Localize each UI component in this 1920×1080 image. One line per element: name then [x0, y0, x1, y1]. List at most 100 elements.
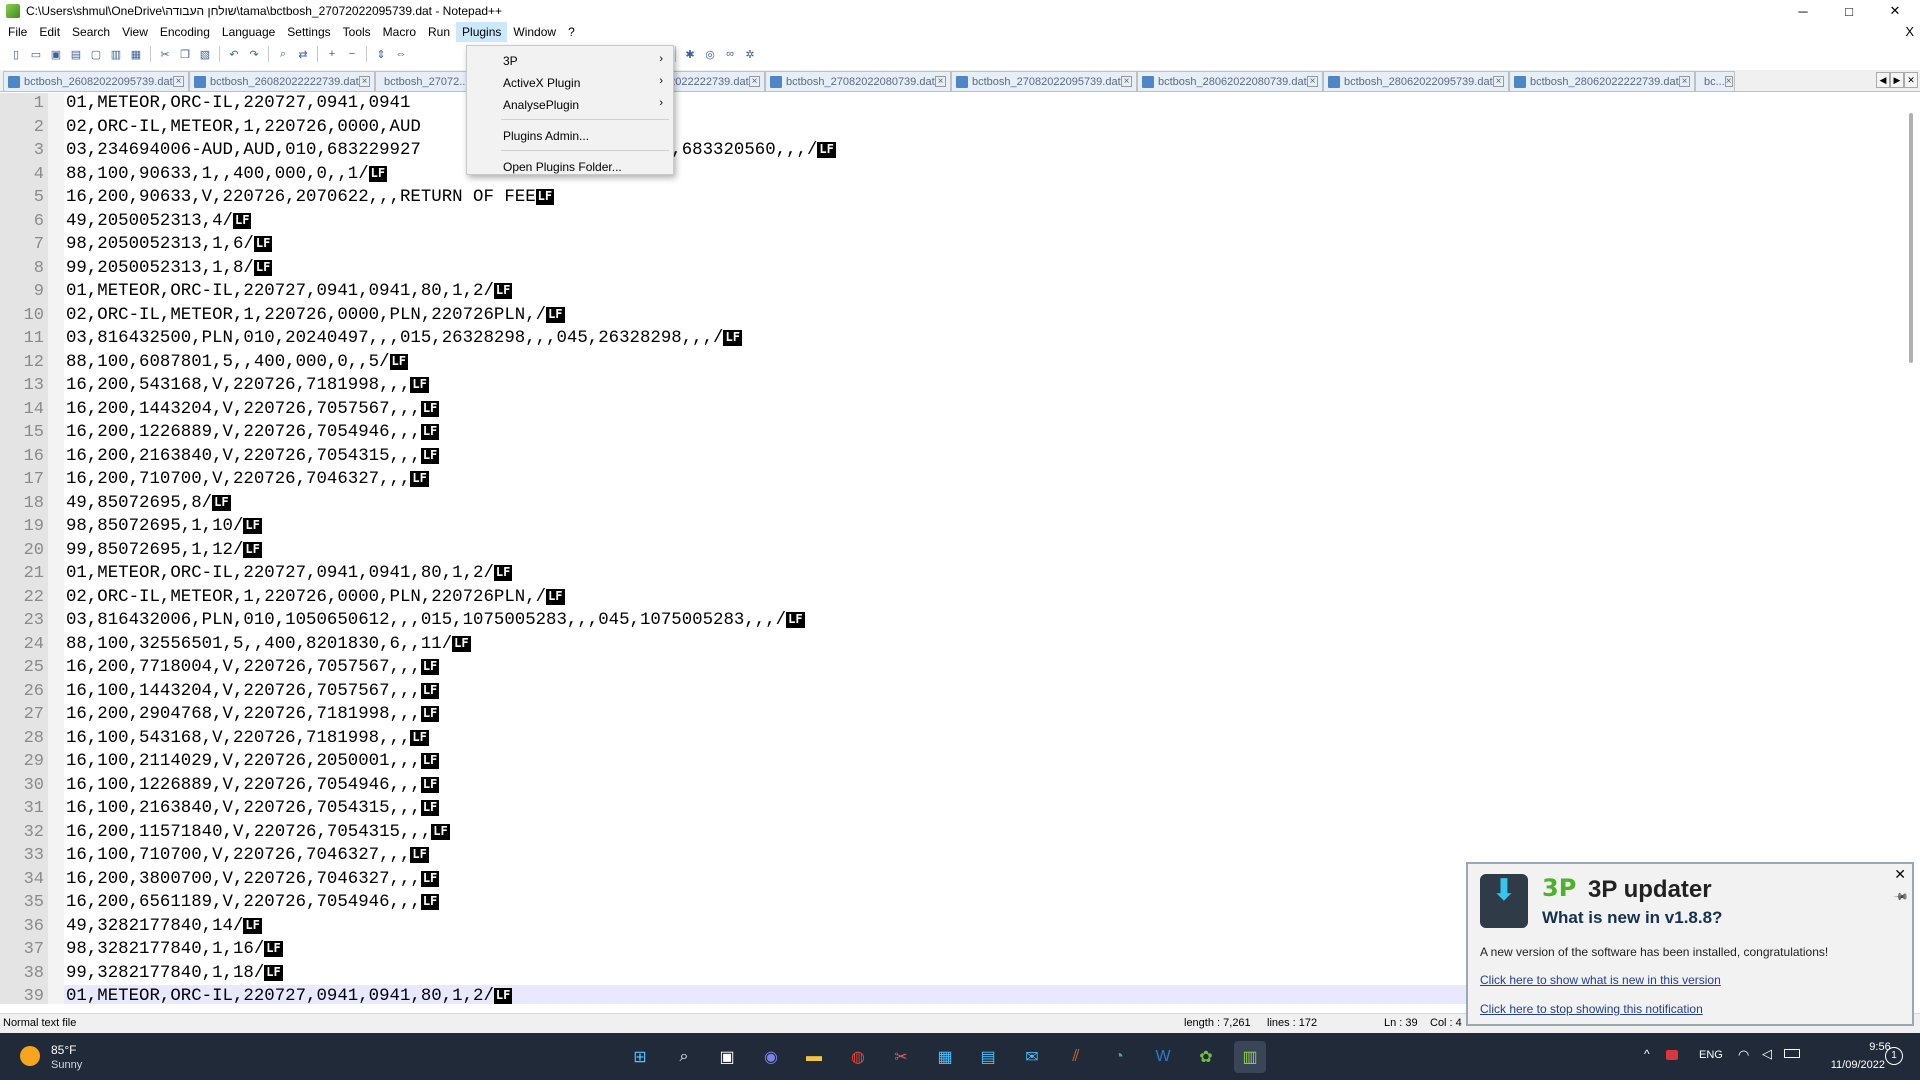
menu-plugins[interactable]: Plugins: [456, 22, 508, 42]
zoom-in-icon[interactable]: +: [322, 44, 342, 64]
close-icon[interactable]: ▢: [86, 44, 106, 64]
task-view-icon[interactable]: ▣: [711, 1041, 743, 1073]
clock-date[interactable]: 11/09/2022: [1815, 1059, 1885, 1071]
code-line[interactable]: 88,100,90633,1,,400,000,0,,1/LF: [66, 163, 388, 186]
tab-close-icon[interactable]: ×: [1724, 76, 1733, 87]
tab-0[interactable]: bctbosh_26082022095739.dat ×: [3, 71, 189, 91]
store-icon[interactable]: ▦: [929, 1041, 961, 1073]
menu-help[interactable]: ?: [562, 22, 581, 42]
code-line[interactable]: 01,METEOR,ORC-IL,220727,0941,0941,80,1,2…: [66, 280, 513, 303]
code-line[interactable]: 16,100,1226889,V,220726,7054946,,, LF: [66, 774, 440, 797]
close-window-button[interactable]: ✕: [1872, 0, 1918, 22]
redo-icon[interactable]: ↷: [244, 44, 264, 64]
code-line[interactable]: 16,100,1443204,V,220726,7057567,,, LF: [66, 680, 440, 703]
pin-icon[interactable]: 📌: [1891, 889, 1908, 906]
code-line[interactable]: 16,200,2163840,V,220726,7054315,,, LF: [66, 445, 440, 468]
tab-close-icon[interactable]: ×: [1307, 76, 1318, 87]
stop-showing-link[interactable]: Click here to stop showing this notifica…: [1480, 1002, 1703, 1016]
menu-language[interactable]: Language: [216, 22, 281, 42]
app-stripes-icon[interactable]: ⫽: [1060, 1041, 1092, 1073]
code-line[interactable]: 99,3282177840,1,18/LF: [66, 962, 283, 985]
code-line[interactable]: 03,816432006,PLN,010,1050650612,,,015,10…: [66, 609, 805, 632]
code-line[interactable]: 98,85072695,1,10/LF: [66, 515, 262, 538]
find-icon[interactable]: ⌕: [273, 44, 293, 64]
cut-icon[interactable]: ✂: [155, 44, 175, 64]
tab-close-icon[interactable]: ×: [359, 76, 370, 87]
language-indicator[interactable]: ENG: [1699, 1049, 1723, 1061]
code-line[interactable]: 88,100,6087801,5,,400,000,0,,5/LF: [66, 351, 408, 374]
plugins-menu-item-plugins-admin[interactable]: Plugins Admin...: [503, 129, 589, 143]
new-file-icon[interactable]: ▯: [6, 44, 26, 64]
fold-margin[interactable]: [48, 93, 64, 1004]
app-plant-icon[interactable]: ✿: [1190, 1041, 1222, 1073]
tab-scroll-left-icon[interactable]: ◀: [1876, 72, 1890, 88]
menu-window[interactable]: Window: [507, 22, 562, 42]
code-line[interactable]: 49,3282177840,14/LF: [66, 915, 262, 938]
copy-icon[interactable]: ❐: [175, 44, 195, 64]
menu-file[interactable]: File: [2, 22, 33, 42]
plugins-menu-item-analyseplugin[interactable]: AnalysePlugin: [503, 98, 579, 112]
code-line[interactable]: 02,ORC-IL,METEOR,1,220726,0000,PLN,22072…: [66, 304, 565, 327]
weather-desc[interactable]: Sunny: [51, 1059, 82, 1071]
menu-macro[interactable]: Macro: [377, 22, 422, 42]
tab-scroll-right-icon[interactable]: ▶: [1890, 72, 1904, 88]
volume-icon[interactable]: ◁: [1762, 1046, 1772, 1062]
print-icon[interactable]: ▦: [126, 44, 146, 64]
paste-icon[interactable]: ▧: [195, 44, 215, 64]
code-line[interactable]: 16,200,90633,V,220726,2070622,,,RETURN O…: [66, 186, 555, 209]
code-line[interactable]: 99,85072695,1,12/LF: [66, 539, 262, 562]
tab-close-icon[interactable]: ×: [1121, 76, 1132, 87]
plugins-menu-item-3p[interactable]: 3P: [503, 54, 518, 68]
code-line[interactable]: 88,100,32556501,5,,400,8201830,6,,11/LF: [66, 633, 471, 656]
code-line[interactable]: 49,85072695,8/LF: [66, 492, 231, 515]
undo-icon[interactable]: ↶: [224, 44, 244, 64]
code-line[interactable]: 16,100,2114029,V,220726,2050001,,, LF: [66, 750, 440, 773]
menu-edit[interactable]: Edit: [33, 22, 66, 42]
code-line[interactable]: 16,200,710700,V,220726,7046327,,, LF: [66, 468, 429, 491]
menu-settings[interactable]: Settings: [281, 22, 336, 42]
code-line[interactable]: 03,816432500,PLN,010,20240497,,,015,2632…: [66, 327, 742, 350]
wifi-icon[interactable]: ◠: [1738, 1047, 1749, 1063]
word-icon[interactable]: W: [1147, 1041, 1179, 1073]
code-line[interactable]: 02,ORC-IL,METEOR,1,220726,0000,AUD: [66, 116, 421, 139]
chrome-icon[interactable]: ◍: [842, 1041, 874, 1073]
tray-overflow-icon[interactable]: ^: [1644, 1047, 1650, 1061]
mail-icon[interactable]: ✉: [1016, 1041, 1048, 1073]
tab-close-icon[interactable]: ×: [173, 76, 184, 87]
code-line[interactable]: 16,200,1443204,V,220726,7057567,,, LF: [66, 398, 440, 421]
battery-icon[interactable]: [1784, 1049, 1800, 1058]
weather-sun-icon[interactable]: [20, 1046, 40, 1066]
code-line[interactable]: 16,200,1226889,V,220726,7054946,,, LF: [66, 421, 440, 444]
security-tray-icon[interactable]: [1666, 1050, 1678, 1060]
file-explorer-icon[interactable]: ▬: [798, 1041, 830, 1073]
tab-10[interactable]: bc... ×: [1695, 71, 1735, 91]
tab-close-all-icon[interactable]: ✕: [1904, 72, 1918, 88]
notification-count-badge[interactable]: 1: [1885, 1047, 1903, 1065]
save-all-icon[interactable]: ▤: [66, 44, 86, 64]
tab-close-icon[interactable]: ×: [1493, 76, 1504, 87]
code-line[interactable]: 49,2050052313,4/LF: [66, 210, 252, 233]
replace-icon[interactable]: ⇄: [293, 44, 313, 64]
code-line[interactable]: 01,METEOR,ORC-IL,220727,0941,0941,80,1,2…: [66, 985, 513, 1004]
code-line[interactable]: 16,200,543168,V,220726,7181998,,, LF: [66, 374, 429, 397]
code-line[interactable]: 01,METEOR,ORC-IL,220727,0941,0941,80,1,2…: [66, 562, 513, 585]
weather-temp[interactable]: 85°F: [51, 1043, 76, 1057]
tab-close-icon[interactable]: ×: [1679, 76, 1690, 87]
code-line[interactable]: 03,234694006-AUD,AUD,010,683229927 ,,045…: [66, 139, 836, 162]
save-icon[interactable]: ▣: [46, 44, 66, 64]
code-line[interactable]: 16,200,11571840,V,220726,7054315,,, LF: [66, 821, 450, 844]
plugins-menu-item-activex-plugin[interactable]: ActiveX Plugin: [503, 76, 580, 90]
snipping-tool-icon[interactable]: ✂: [885, 1041, 917, 1073]
code-line[interactable]: 16,100,2163840,V,220726,7054315,,, LF: [66, 797, 440, 820]
code-line[interactable]: 16,200,3800700,V,220726,7046327,,, LF: [66, 868, 440, 891]
notification-close-icon[interactable]: ✕: [1894, 866, 1906, 883]
tab-2[interactable]: bctbosh_27072...×: [375, 71, 477, 91]
code-line[interactable]: 16,200,7718004,V,220726,7057567,,, LF: [66, 656, 440, 679]
whats-new-link[interactable]: Click here to show what is new in this v…: [1480, 973, 1721, 987]
menu-encoding[interactable]: Encoding: [154, 22, 216, 42]
teams-chat-icon[interactable]: ◉: [755, 1041, 787, 1073]
tab-6[interactable]: bctbosh_27082022095739.dat ×: [951, 71, 1137, 91]
code-line[interactable]: 16,100,710700,V,220726,7046327,,, LF: [66, 844, 429, 867]
sync-v-icon[interactable]: ⇕: [371, 44, 391, 64]
menu-view[interactable]: View: [116, 22, 154, 42]
